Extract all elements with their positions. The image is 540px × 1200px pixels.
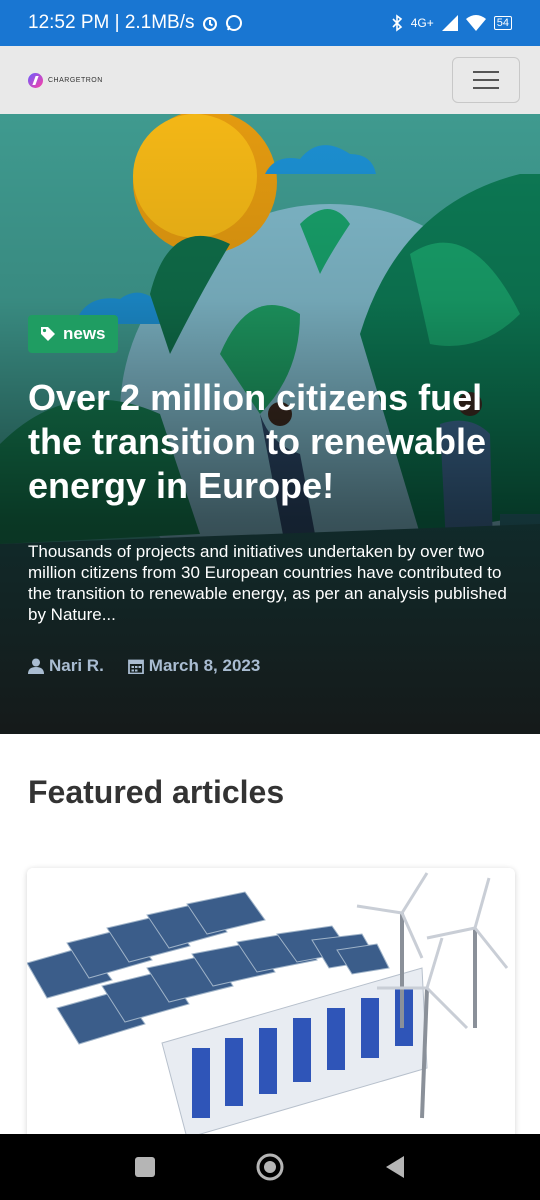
featured-section-title: Featured articles [28, 774, 285, 810]
alarm-icon [202, 17, 217, 31]
menu-line [473, 71, 499, 73]
back-button[interactable] [384, 1155, 406, 1179]
menu-line [473, 87, 499, 89]
whatsapp-icon [225, 15, 242, 31]
menu-line [473, 79, 499, 81]
logo-text: CHARGETRON [48, 76, 103, 84]
hamburger-menu-button[interactable] [452, 57, 520, 103]
publish-date: March 8, 2023 [127, 656, 261, 676]
system-navigation-bar [0, 1134, 540, 1200]
network-type: 4G+ [410, 16, 434, 30]
tag-icon [41, 327, 55, 341]
category-badge[interactable]: news [28, 315, 118, 353]
featured-article-card[interactable] [27, 868, 515, 1148]
bluetooth-icon [392, 14, 402, 32]
article-excerpt: Thousands of projects and initiatives un… [28, 542, 507, 624]
featured-article-image [27, 868, 515, 1148]
author[interactable]: Nari R. [28, 656, 104, 676]
status-time: 12:52 PM | 2.1MB/s [28, 12, 195, 33]
bolt-icon [28, 72, 43, 88]
badge-label: news [63, 324, 106, 343]
signal-icon [441, 15, 458, 31]
date-text: March 8, 2023 [148, 656, 261, 675]
author-name: Nari R. [49, 656, 104, 675]
status-bar: 12:52 PM | 2.1MB/s 4G+ 54 [0, 0, 540, 46]
hero-article[interactable]: news Over 2 million citizens fuel the tr… [0, 114, 540, 734]
battery-level: 54 [493, 16, 512, 30]
article-title[interactable]: Over 2 million citizens fuel the transit… [28, 376, 518, 508]
recent-apps-button[interactable] [134, 1156, 156, 1178]
calendar-icon [127, 659, 144, 674]
article-meta: Nari R. March 8, 2023 [28, 656, 260, 676]
navbar: CHARGETRON [0, 46, 540, 114]
brand-logo[interactable]: CHARGETRON [28, 72, 103, 88]
home-button[interactable] [256, 1153, 284, 1181]
wifi-icon [465, 15, 486, 31]
user-icon [28, 658, 44, 674]
